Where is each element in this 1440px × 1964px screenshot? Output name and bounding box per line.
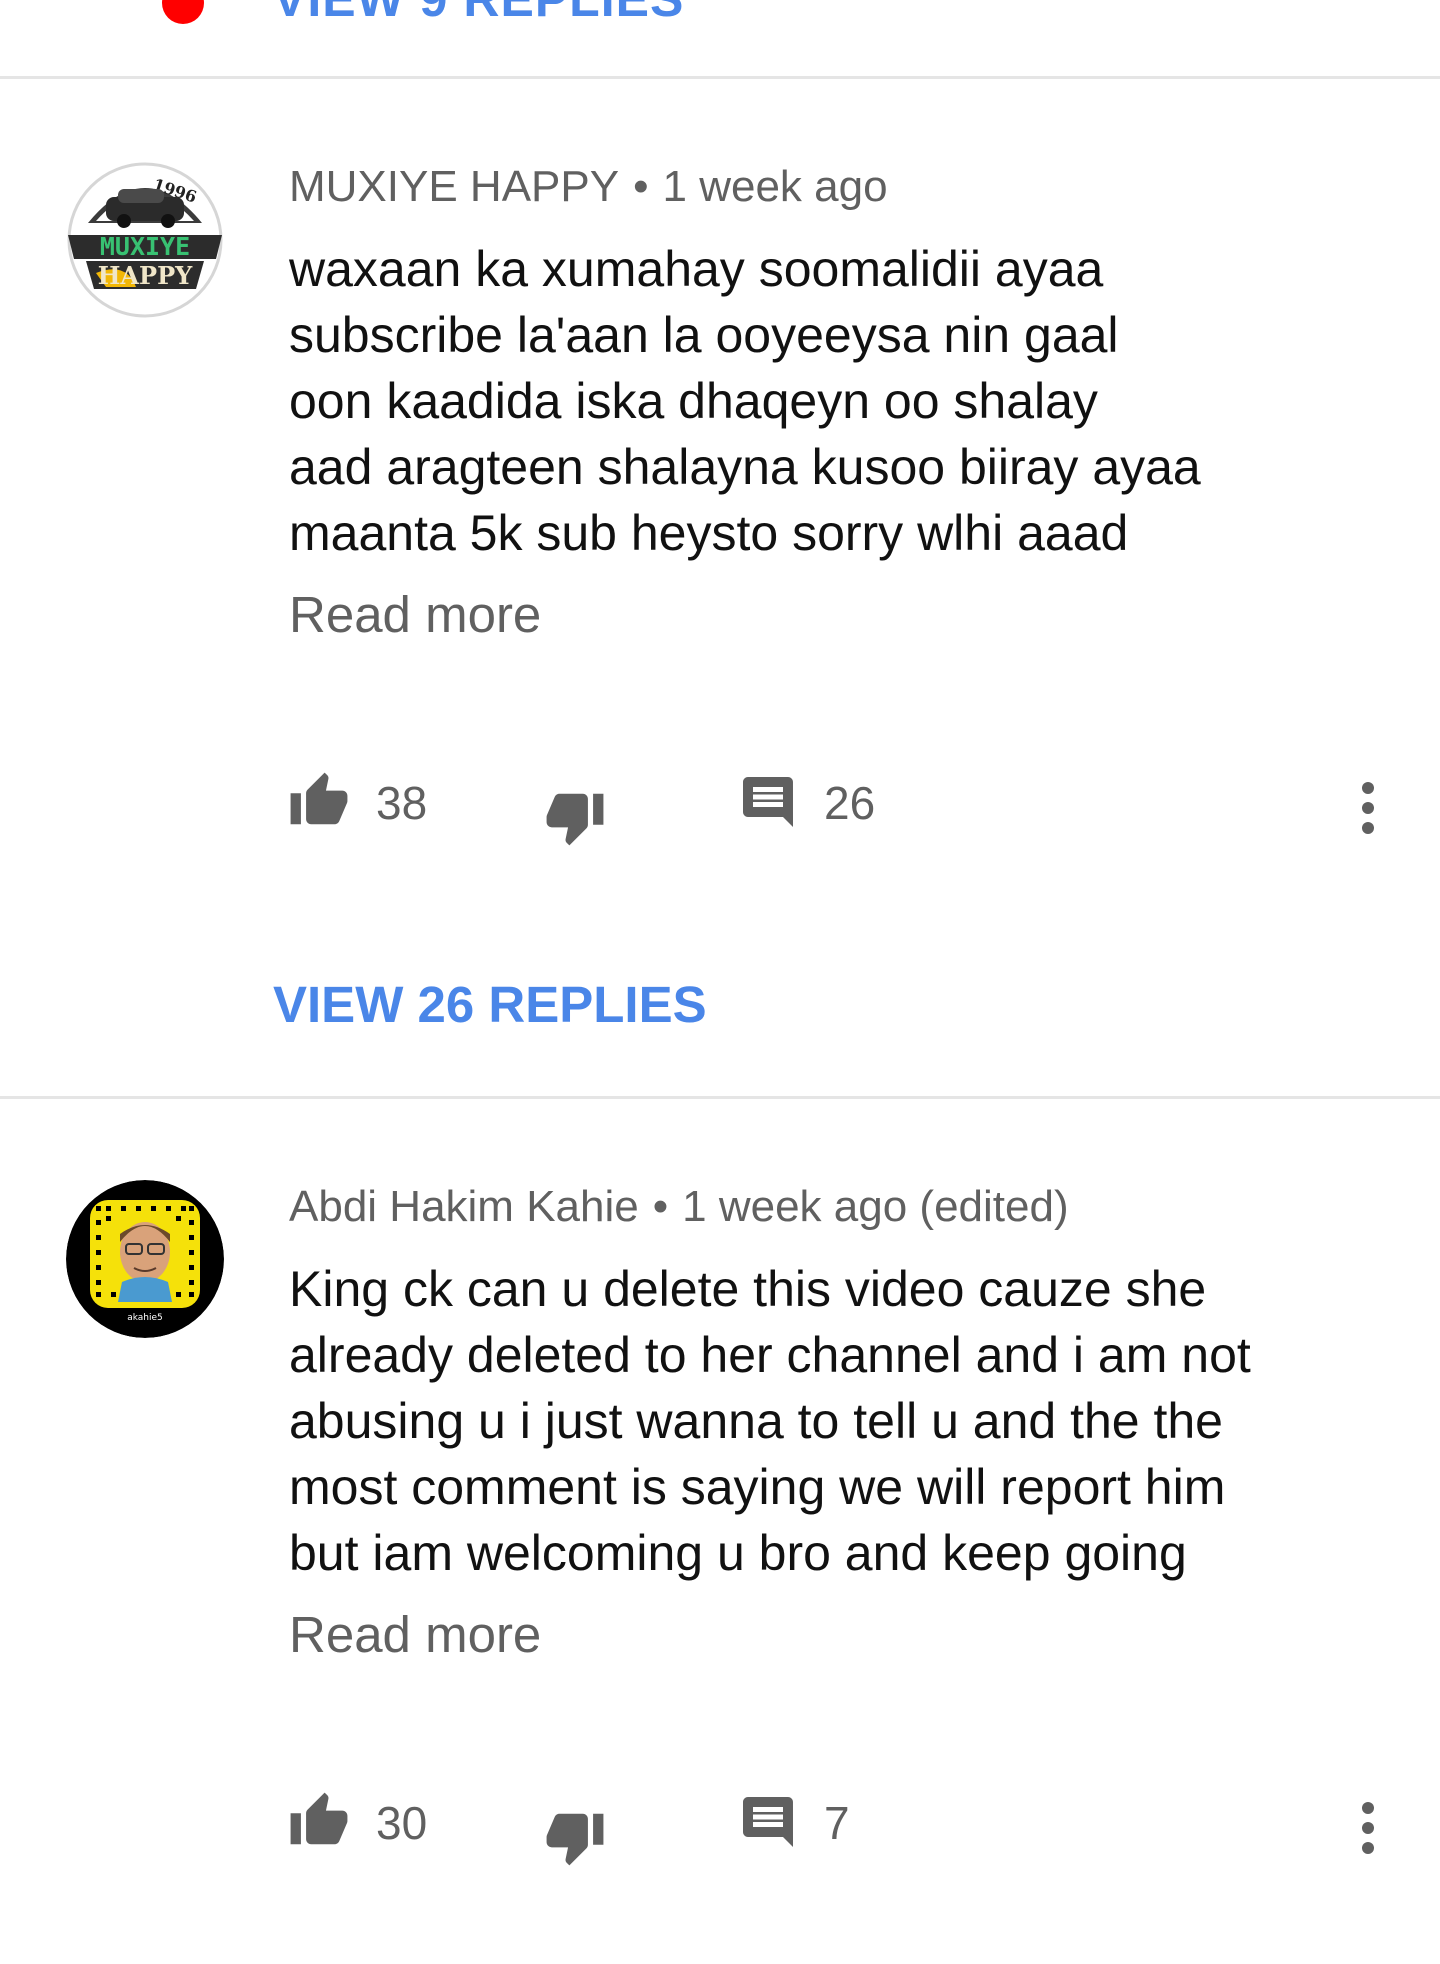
- comment-line: waxaan ka xumahay soomalidii ayaa: [289, 241, 1104, 297]
- comment-line: aad aragteen shalayna kusoo biiray ayaa: [289, 439, 1201, 495]
- meta-separator: •: [652, 1182, 669, 1231]
- avatar[interactable]: 1996 MUXIYE HAPPY: [66, 161, 224, 319]
- thumb-down-icon[interactable]: [544, 786, 606, 853]
- comment-text: waxaan ka xumahay soomalidii ayaa subscr…: [289, 236, 1379, 566]
- comment-line: oon kaadida iska dhaqeyn oo shalay: [289, 373, 1098, 429]
- muxiye-avatar-image: 1996 MUXIYE HAPPY: [66, 161, 224, 319]
- reply-count: 7: [824, 1797, 850, 1849]
- snapcode-avatar-image: akahie5: [66, 1180, 224, 1338]
- view-replies-button[interactable]: VIEW 26 REPLIES: [273, 975, 707, 1034]
- comment-icon[interactable]: [738, 772, 798, 837]
- comment-line: King ck can u delete this video cauze sh…: [289, 1261, 1207, 1317]
- like-count: 38: [376, 777, 428, 829]
- comment-time: 1 week ago (edited): [682, 1182, 1069, 1231]
- read-more-link[interactable]: Read more: [289, 585, 541, 644]
- more-vert-icon[interactable]: [1356, 1802, 1380, 1859]
- like-count: 30: [376, 1797, 428, 1849]
- comment-author[interactable]: Abdi Hakim Kahie: [289, 1182, 639, 1231]
- comment-actions: 30 7: [0, 1788, 1440, 1868]
- thumb-down-icon[interactable]: [544, 1806, 606, 1873]
- thumb-up-icon[interactable]: [288, 770, 350, 837]
- reply-count: 26: [824, 777, 876, 829]
- comment-author[interactable]: MUXIYE HAPPY: [289, 162, 619, 211]
- previous-comment-partial: VIEW 9 REPLIES: [0, 0, 1440, 76]
- comment-line: maanta 5k sub heysto sorry wlhi aaad: [289, 505, 1129, 561]
- comment-line: abusing u i just wanna to tell u and the…: [289, 1393, 1223, 1449]
- avatar-brand-text: MUXIYE: [100, 232, 190, 261]
- avatar-brand-subtext: HAPPY: [98, 261, 193, 290]
- meta-separator: •: [633, 162, 649, 211]
- previous-avatar[interactable]: [162, 0, 204, 24]
- comment-actions: 38 26: [0, 768, 1440, 848]
- read-more-link[interactable]: Read more: [289, 1605, 541, 1664]
- comment-text: King ck can u delete this video cauze sh…: [289, 1256, 1379, 1586]
- view-replies-button-previous[interactable]: VIEW 9 REPLIES: [273, 0, 684, 28]
- comment-time: 1 week ago: [662, 162, 888, 211]
- comment-line: most comment is saying we will report hi…: [289, 1459, 1226, 1515]
- comment-line: but iam welcoming u bro and keep going: [289, 1525, 1187, 1581]
- comment-icon[interactable]: [738, 1792, 798, 1857]
- more-vert-icon[interactable]: [1356, 782, 1380, 839]
- comment-meta: MUXIYE HAPPY • 1 week ago: [289, 162, 888, 212]
- comment-meta: Abdi Hakim Kahie • 1 week ago (edited): [289, 1182, 1069, 1232]
- divider: [0, 1096, 1440, 1099]
- avatar[interactable]: akahie5: [66, 1180, 224, 1338]
- comment-line: subscribe la'aan la ooyeeysa nin gaal: [289, 307, 1119, 363]
- divider: [0, 76, 1440, 79]
- snapcode-username: akahie5: [127, 1313, 163, 1323]
- comment-line: already deleted to her channel and i am …: [289, 1327, 1251, 1383]
- thumb-up-icon[interactable]: [288, 1790, 350, 1857]
